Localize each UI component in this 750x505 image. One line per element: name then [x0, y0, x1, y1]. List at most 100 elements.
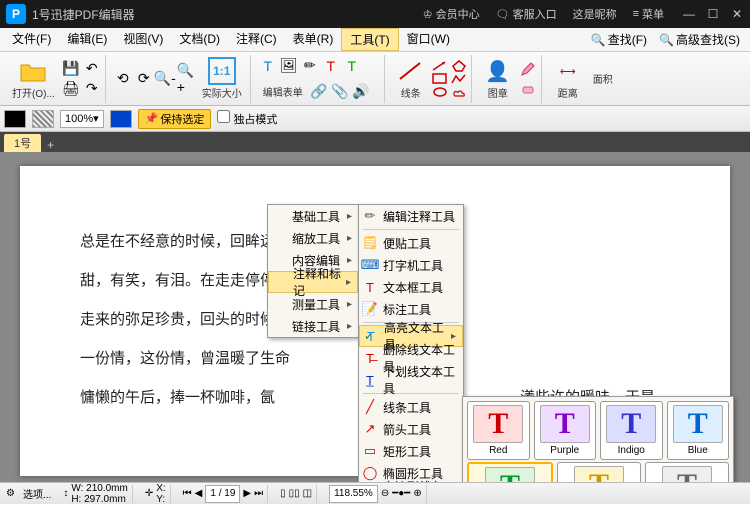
minimize-button[interactable]: — — [682, 7, 696, 21]
save-icon[interactable]: 💾 — [62, 60, 80, 78]
actual-size-button[interactable]: 1:1 实际大小 — [198, 55, 246, 102]
document-viewport[interactable]: 总是在不经意的时候，回眸远 甜，有笑，有泪。在走走停停 走来的弥足珍贵，回头的时… — [0, 152, 750, 482]
stamp-button[interactable]: 👤 图章 — [480, 55, 516, 102]
zoom-select[interactable]: 100% ▾ — [60, 110, 104, 128]
polygon-shape-icon[interactable] — [451, 60, 467, 72]
color-swatch-red[interactable]: TRed — [467, 401, 530, 460]
exclusive-mode-checkbox[interactable]: 独占模式 — [217, 110, 277, 127]
rotate-left-icon[interactable]: ⟲ — [114, 70, 132, 88]
color-swatch-grey[interactable]: TGrey — [645, 462, 729, 482]
submenu-item[interactable]: 链接工具▸ — [268, 315, 358, 337]
app-title: 1号迅捷PDF编辑器 — [32, 6, 415, 23]
zoom-out-icon[interactable]: 🔍- — [156, 70, 174, 88]
support-link[interactable]: 🗨 客服入口 — [496, 6, 557, 22]
color-swatch-blue[interactable]: TBlue — [667, 401, 730, 460]
keep-selection-toggle[interactable]: 📌保持选定 — [138, 109, 212, 129]
open-button[interactable]: 打开(O)... — [8, 55, 59, 102]
last-page-icon[interactable]: ⏭ — [254, 488, 263, 499]
layout-facing-icon[interactable]: ◫ — [303, 488, 312, 499]
rect-shape-icon[interactable] — [432, 73, 448, 85]
zoom-in-button[interactable]: ⊕ — [413, 488, 421, 499]
annotation-item[interactable]: ▭矩形工具 — [359, 440, 463, 462]
swatch-preview: T — [574, 466, 624, 482]
page-indicator[interactable]: 1 / 19 — [205, 485, 240, 503]
link-icon[interactable]: 🔗 — [310, 82, 328, 100]
annotation-item[interactable]: 🗒便贴工具 — [359, 232, 463, 254]
print-icon[interactable]: 🖨 — [62, 80, 80, 98]
member-center-link[interactable]: ♔ 会员中心 — [423, 6, 480, 22]
polyline-shape-icon[interactable] — [451, 73, 467, 85]
tool-icon: ▭ — [362, 443, 378, 459]
menu-文件(F)[interactable]: 文件(F) — [4, 28, 59, 51]
text-box-icon[interactable]: T — [343, 57, 361, 75]
next-page-icon[interactable]: ▶ — [243, 488, 251, 499]
add-tab-button[interactable]: + — [47, 138, 54, 152]
menu-视图(V)[interactable]: 视图(V) — [115, 28, 171, 51]
layout-single-icon[interactable]: ▯ — [280, 488, 286, 499]
submenu-item[interactable]: 基础工具▸ — [268, 205, 358, 227]
menu-窗口(W)[interactable]: 窗口(W) — [399, 28, 458, 51]
zoom-indicator[interactable]: 118.55% — [329, 485, 378, 503]
maximize-button[interactable]: ☐ — [706, 7, 720, 21]
cloud-shape-icon[interactable] — [451, 86, 467, 98]
zoom-slider[interactable]: ━●━ — [392, 488, 410, 499]
close-button[interactable]: ✕ — [730, 7, 744, 21]
submenu-item[interactable]: 测量工具▸ — [268, 293, 358, 315]
attach-icon[interactable]: 📎 — [331, 82, 349, 100]
annotation-item[interactable]: ⌨打字机工具 — [359, 254, 463, 276]
options-gear-icon[interactable]: ⚙ — [6, 488, 15, 499]
menubar: 文件(F)编辑(E)视图(V)文档(D)注释(C)表单(R)工具(T)窗口(W)… — [0, 28, 750, 52]
menu-工具(T)[interactable]: 工具(T) — [341, 28, 398, 51]
color-swatch-indigo[interactable]: TIndigo — [600, 401, 663, 460]
annotation-item[interactable]: ✏编辑注释工具 — [359, 205, 463, 227]
advanced-find-button[interactable]: 🔍高级查找(S) — [653, 29, 746, 50]
zoom-out-button[interactable]: ⊖ — [381, 488, 389, 499]
tool-icon: 🗒 — [362, 235, 378, 251]
ruler-icon: ⟷ — [554, 57, 582, 85]
annotation-item[interactable]: 📝标注工具 — [359, 298, 463, 320]
distance-button[interactable]: ⟷ 距离 — [550, 55, 586, 102]
pattern-box[interactable] — [32, 110, 54, 128]
rotate-right-icon[interactable]: ⟳ — [135, 70, 153, 88]
text-tool-icon[interactable]: T — [259, 57, 277, 75]
color-swatch-purple[interactable]: TPurple — [534, 401, 597, 460]
arrow-shape-icon[interactable] — [432, 60, 448, 72]
submenu-item[interactable]: 缩放工具▸ — [268, 227, 358, 249]
zoom-in-icon[interactable]: 🔍+ — [177, 70, 195, 88]
sound-icon[interactable]: 🔊 — [352, 82, 370, 100]
lines-button[interactable]: 线条 — [393, 55, 429, 102]
document-tab[interactable]: 1号 — [4, 134, 41, 152]
edit-form-button[interactable]: 编辑表单 — [259, 82, 307, 101]
submenu-item[interactable]: 注释和标记▸ — [268, 271, 358, 293]
image-tool-icon[interactable]: 🖼 — [280, 57, 298, 75]
undo-icon[interactable]: ↶ — [83, 60, 101, 78]
fill-color[interactable] — [4, 110, 26, 128]
color-swatch-yellow[interactable]: TYellow — [557, 462, 641, 482]
eraser-icon[interactable] — [519, 80, 537, 98]
prev-page-icon[interactable]: ◀ — [195, 488, 203, 499]
menu-表单(R)[interactable]: 表单(R) — [285, 28, 342, 51]
ellipse-shape-icon[interactable] — [432, 86, 448, 98]
annotation-item[interactable]: ╱线条工具 — [359, 396, 463, 418]
tools-submenu: 基础工具▸缩放工具▸内容编辑▸注释和标记▸测量工具▸链接工具▸ — [267, 204, 359, 338]
annotation-item[interactable]: ↗箭头工具 — [359, 418, 463, 440]
pencil-icon[interactable] — [519, 60, 537, 78]
text-select-icon[interactable]: T — [322, 57, 340, 75]
menu-注释(C)[interactable]: 注释(C) — [228, 28, 285, 51]
stroke-color[interactable] — [110, 110, 132, 128]
redo-icon[interactable]: ↷ — [83, 80, 101, 98]
annotation-item[interactable]: T文本框工具 — [359, 276, 463, 298]
menu-编辑(E)[interactable]: 编辑(E) — [59, 28, 115, 51]
area-button[interactable]: 面积 — [589, 69, 617, 88]
highlight-tool-icon[interactable]: ✏ — [301, 57, 319, 75]
menu-文档(D)[interactable]: 文档(D) — [171, 28, 228, 51]
find-button[interactable]: 🔍查找(F) — [585, 29, 653, 50]
color-swatch-green[interactable]: TGreen — [467, 462, 553, 482]
tool-icon: T̲ — [362, 372, 378, 388]
swatch-preview: T — [473, 405, 523, 443]
layout-continuous-icon[interactable]: ▯▯ — [289, 488, 300, 499]
annotation-item[interactable]: T̲下划线文本工具 — [359, 369, 463, 391]
first-page-icon[interactable]: ⏮ — [183, 488, 192, 499]
menu-link[interactable]: ≡ 菜单 — [633, 6, 664, 22]
options-button[interactable]: 选项... — [23, 486, 51, 501]
